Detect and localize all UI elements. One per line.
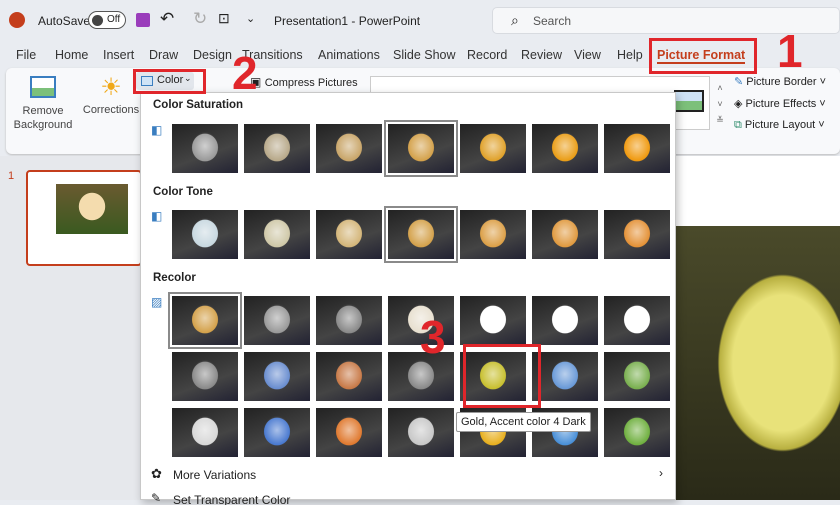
- undo-icon[interactable]: ↶: [160, 9, 174, 29]
- powerpoint-logo-icon: [9, 12, 25, 28]
- annotation-box-color: [133, 69, 206, 94]
- tab-animations[interactable]: Animations: [318, 48, 380, 62]
- saturation-option[interactable]: [604, 124, 670, 173]
- recolor-option[interactable]: [604, 296, 670, 345]
- recolor-option[interactable]: [316, 296, 382, 345]
- tab-draw[interactable]: Draw: [149, 48, 178, 62]
- recolor-option[interactable]: [172, 408, 238, 457]
- dog-picture-thumbnail: [56, 184, 128, 234]
- autosave-toggle[interactable]: Off: [88, 11, 126, 29]
- dog-picture[interactable]: [676, 226, 840, 500]
- window-title: Presentation1 - PowerPoint: [274, 14, 421, 28]
- tab-record[interactable]: Record: [467, 48, 507, 62]
- annotation-number-2: 2: [232, 47, 258, 99]
- set-transparent-color-item[interactable]: ✎ Set Transparent Color: [141, 491, 675, 505]
- tab-file[interactable]: File: [16, 48, 36, 62]
- save-icon[interactable]: [136, 13, 150, 27]
- gallery-scroll[interactable]: ˄ ˅ ≚: [714, 80, 726, 128]
- recolor-option[interactable]: [168, 292, 242, 349]
- recolor-option[interactable]: [316, 408, 382, 457]
- tone-option[interactable]: [316, 210, 382, 259]
- tab-slide-show[interactable]: Slide Show: [393, 48, 456, 62]
- tab-help[interactable]: Help: [617, 48, 643, 62]
- title-bar: AutoSave Off ↶ ↻ ⊡ ⌄ Presentation1 - Pow…: [0, 0, 840, 42]
- recolor-option[interactable]: [460, 296, 526, 345]
- tooltip: Gold, Accent color 4 Dark: [456, 412, 591, 432]
- tone-option[interactable]: [532, 210, 598, 259]
- recolor-option[interactable]: [532, 296, 598, 345]
- effects-icon: ◈: [734, 98, 743, 110]
- color-tone-heading: Color Tone: [153, 186, 213, 198]
- layout-icon: ⧉: [734, 119, 742, 131]
- recolor-option[interactable]: [316, 352, 382, 401]
- tone-option[interactable]: [244, 210, 310, 259]
- saturation-icon: ◧: [151, 123, 163, 137]
- slide-thumbnail[interactable]: [26, 170, 142, 266]
- picture-effects-button[interactable]: ◈ Picture Effects ˅: [734, 97, 826, 110]
- saturation-option[interactable]: [244, 124, 310, 173]
- annotation-box-gold: [463, 344, 541, 408]
- tone-icon: ◧: [151, 209, 163, 223]
- more-variations-item[interactable]: ✿ More Variations ›: [141, 465, 675, 485]
- recolor-option[interactable]: [604, 352, 670, 401]
- recolor-option[interactable]: [244, 408, 310, 457]
- recolor-option[interactable]: [388, 408, 454, 457]
- saturation-option[interactable]: [172, 124, 238, 173]
- tab-review[interactable]: Review: [521, 48, 562, 62]
- chevron-right-icon: ›: [659, 466, 663, 480]
- tab-design[interactable]: Design: [193, 48, 232, 62]
- saturation-option[interactable]: [316, 124, 382, 173]
- style-thumbnail[interactable]: [674, 90, 704, 112]
- tone-option[interactable]: [384, 206, 458, 263]
- recolor-icon: ▨: [151, 295, 163, 309]
- pen-icon: ✎: [734, 76, 744, 88]
- recolor-option[interactable]: [244, 352, 310, 401]
- tab-view[interactable]: View: [574, 48, 601, 62]
- present-icon[interactable]: ⊡: [218, 10, 230, 27]
- annotation-number-1: 1: [777, 25, 803, 77]
- tone-option[interactable]: [604, 210, 670, 259]
- picture-layout-button[interactable]: ⧉ Picture Layout ˅: [734, 119, 825, 132]
- tone-option[interactable]: [172, 210, 238, 259]
- slide-canvas[interactable]: [676, 156, 840, 226]
- recolor-option[interactable]: [604, 408, 670, 457]
- compress-pictures-button[interactable]: ▣ Compress Pictures: [250, 75, 358, 89]
- recolor-option[interactable]: [172, 352, 238, 401]
- remove-background-icon: [30, 76, 56, 98]
- redo-icon[interactable]: ↻: [193, 9, 207, 29]
- saturation-option[interactable]: [532, 124, 598, 173]
- annotation-box-picture-format: [649, 38, 757, 74]
- recolor-heading: Recolor: [153, 272, 196, 284]
- color-dropdown-panel: Color Saturation ◧ Color Tone ◧ Recolor …: [140, 92, 676, 505]
- customize-icon[interactable]: ⌄: [246, 12, 255, 25]
- tone-option[interactable]: [460, 210, 526, 259]
- autosave-label: AutoSave: [38, 14, 91, 28]
- slide-number: 1: [8, 170, 15, 182]
- annotation-number-3: 3: [420, 311, 446, 363]
- saturation-option[interactable]: [384, 120, 458, 177]
- color-saturation-heading: Color Saturation: [153, 99, 244, 111]
- recolor-option[interactable]: [532, 352, 598, 401]
- saturation-option[interactable]: [460, 124, 526, 173]
- pen-icon: ✎: [151, 491, 162, 505]
- tab-home[interactable]: Home: [55, 48, 88, 62]
- recolor-option[interactable]: [244, 296, 310, 345]
- search-icon: ⌕: [511, 12, 519, 28]
- remove-background-button[interactable]: Remove Background: [10, 76, 76, 132]
- tab-insert[interactable]: Insert: [103, 48, 134, 62]
- palette-icon: ✿: [151, 466, 162, 481]
